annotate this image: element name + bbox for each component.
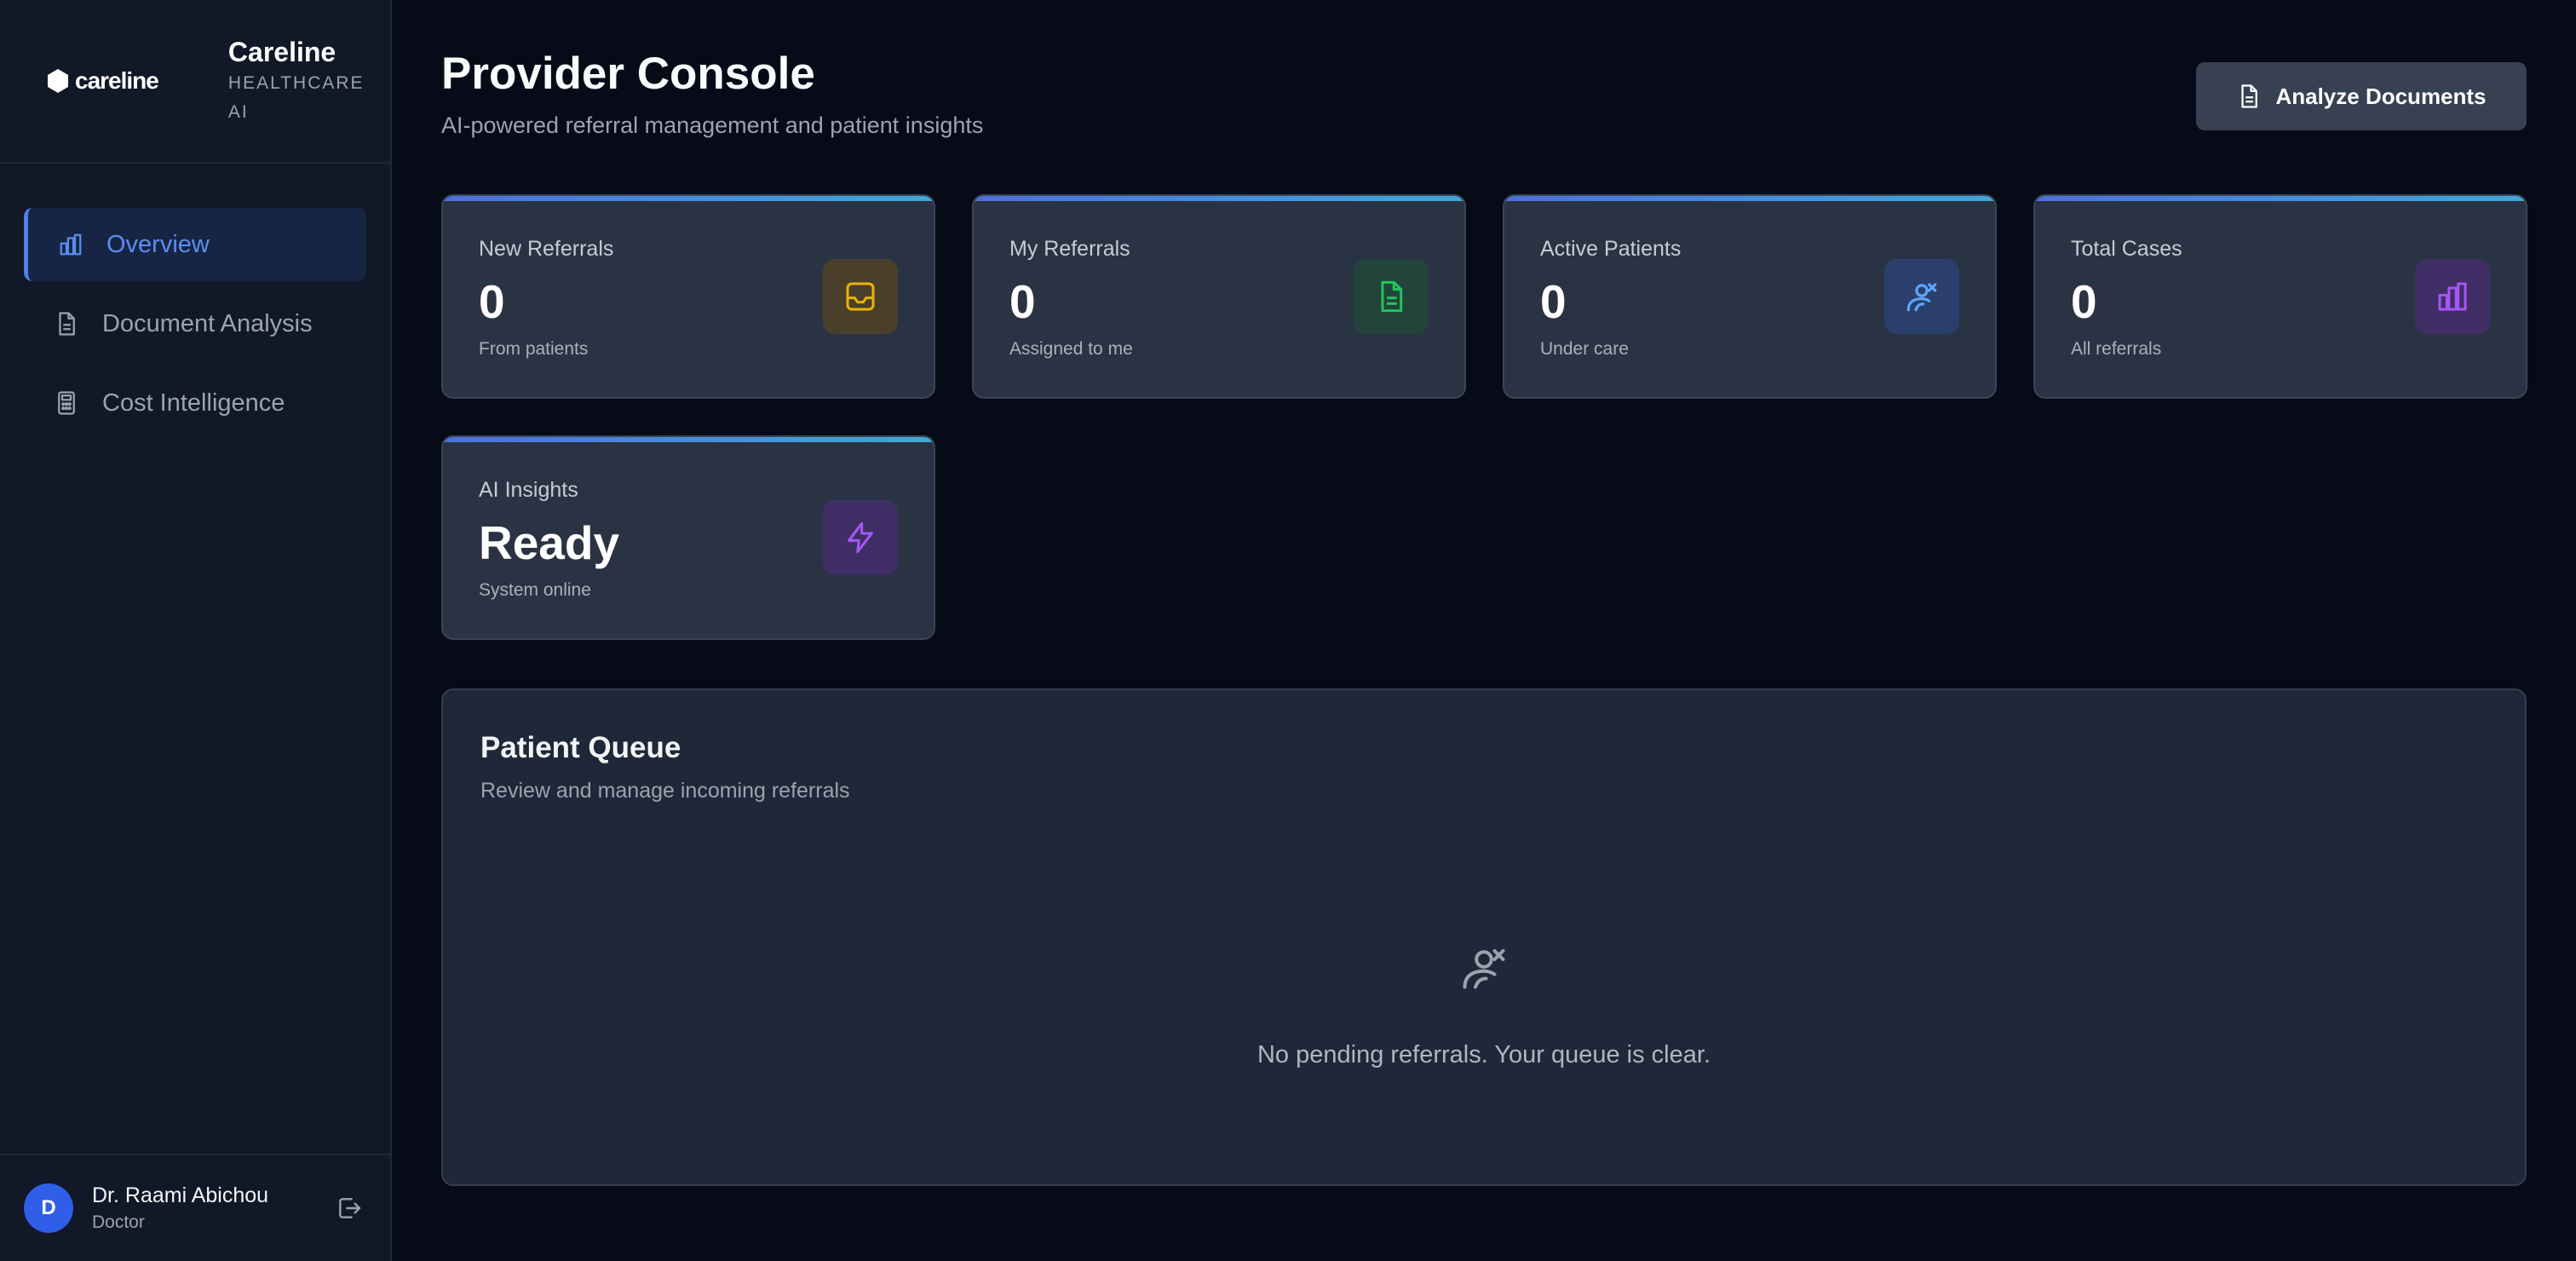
- main-content: Provider Console AI-powered referral man…: [392, 0, 2576, 1261]
- calculator-icon: [53, 389, 80, 417]
- sidebar-item-label: Cost Intelligence: [102, 389, 285, 417]
- user-info: Dr. Raami Abichou Doctor: [92, 1181, 332, 1235]
- hexagon-logo-icon: [48, 69, 68, 93]
- patient-queue: Patient Queue Review and manage incoming…: [441, 688, 2527, 1186]
- stat-card-total-cases[interactable]: Total Cases 0 All referrals: [2033, 194, 2527, 399]
- sidebar-item-overview[interactable]: Overview: [24, 208, 366, 281]
- inbox-icon: [823, 259, 898, 334]
- stat-sub: Under care: [1540, 339, 1629, 359]
- page-title: Provider Console: [441, 49, 815, 99]
- user-role: Doctor: [92, 1212, 145, 1232]
- stat-value: 0: [1009, 275, 1036, 328]
- stat-label: My Referrals: [1009, 237, 1130, 261]
- stat-value: 0: [2071, 275, 2097, 328]
- stat-sub: Assigned to me: [1009, 339, 1133, 359]
- stat-card-my-referrals[interactable]: My Referrals 0 Assigned to me: [972, 194, 1466, 399]
- stat-card-new-referrals[interactable]: New Referrals 0 From patients: [441, 194, 935, 399]
- logout-button[interactable]: [332, 1191, 366, 1225]
- sidebar-item-label: Overview: [106, 230, 210, 258]
- page-subtitle: AI-powered referral management and patie…: [441, 112, 984, 138]
- brand-name: Careline: [227, 37, 336, 67]
- queue-empty-message: No pending referrals. Your queue is clea…: [1256, 1041, 1711, 1068]
- stat-value: 0: [479, 275, 505, 328]
- brand-tagline: HEALTHCARE AI: [227, 73, 365, 122]
- queue-subtitle: Review and manage incoming referrals: [480, 779, 850, 803]
- brand-header: careline Careline HEALTHCARE AI: [0, 0, 390, 164]
- stat-label: Total Cases: [2071, 237, 2182, 261]
- brand-text: Careline HEALTHCARE AI: [228, 35, 390, 127]
- analyze-documents-button[interactable]: Analyze Documents: [2196, 62, 2527, 130]
- sidebar-item-cost-intelligence[interactable]: Cost Intelligence: [24, 366, 366, 440]
- user-name: Dr. Raami Abichou: [92, 1183, 269, 1207]
- sidebar: careline Careline HEALTHCARE AI Overview: [0, 0, 392, 1261]
- sidebar-item-document-analysis[interactable]: Document Analysis: [24, 287, 366, 360]
- lightning-icon: [823, 500, 898, 575]
- logout-icon: [339, 1198, 361, 1218]
- brand-logo[interactable]: careline: [46, 67, 182, 95]
- document-icon: [2241, 84, 2258, 108]
- stat-label: Active Patients: [1540, 237, 1682, 261]
- app-window: careline Careline HEALTHCARE AI Overview: [0, 0, 2576, 1261]
- stat-value: Ready: [479, 516, 620, 569]
- stat-value: 0: [1540, 275, 1567, 328]
- document-icon: [53, 310, 80, 337]
- bar-chart-icon: [2415, 259, 2490, 334]
- patient-icon: [1458, 942, 1509, 993]
- stat-label: New Referrals: [479, 237, 614, 261]
- document-icon: [1354, 259, 1429, 334]
- sidebar-nav: Overview Document Analysis Cost Intellig…: [0, 164, 390, 446]
- patient-icon: [1884, 259, 1959, 334]
- stat-sub: All referrals: [2071, 339, 2162, 359]
- bar-chart-icon: [57, 231, 84, 258]
- avatar[interactable]: D: [24, 1183, 73, 1233]
- stat-card-ai-insights[interactable]: AI Insights Ready System online: [441, 435, 935, 640]
- queue-title: Patient Queue: [480, 731, 681, 764]
- sidebar-item-label: Document Analysis: [102, 309, 313, 337]
- stat-card-active-patients[interactable]: Active Patients 0 Under care: [1503, 194, 1997, 399]
- stat-sub: From patients: [479, 339, 589, 359]
- user-profile: D Dr. Raami Abichou Doctor: [0, 1154, 390, 1261]
- brand-logo-text: careline: [75, 67, 159, 94]
- analyze-documents-label: Analyze Documents: [2275, 83, 2487, 109]
- stat-sub: System online: [479, 580, 591, 600]
- stat-label: AI Insights: [479, 478, 578, 502]
